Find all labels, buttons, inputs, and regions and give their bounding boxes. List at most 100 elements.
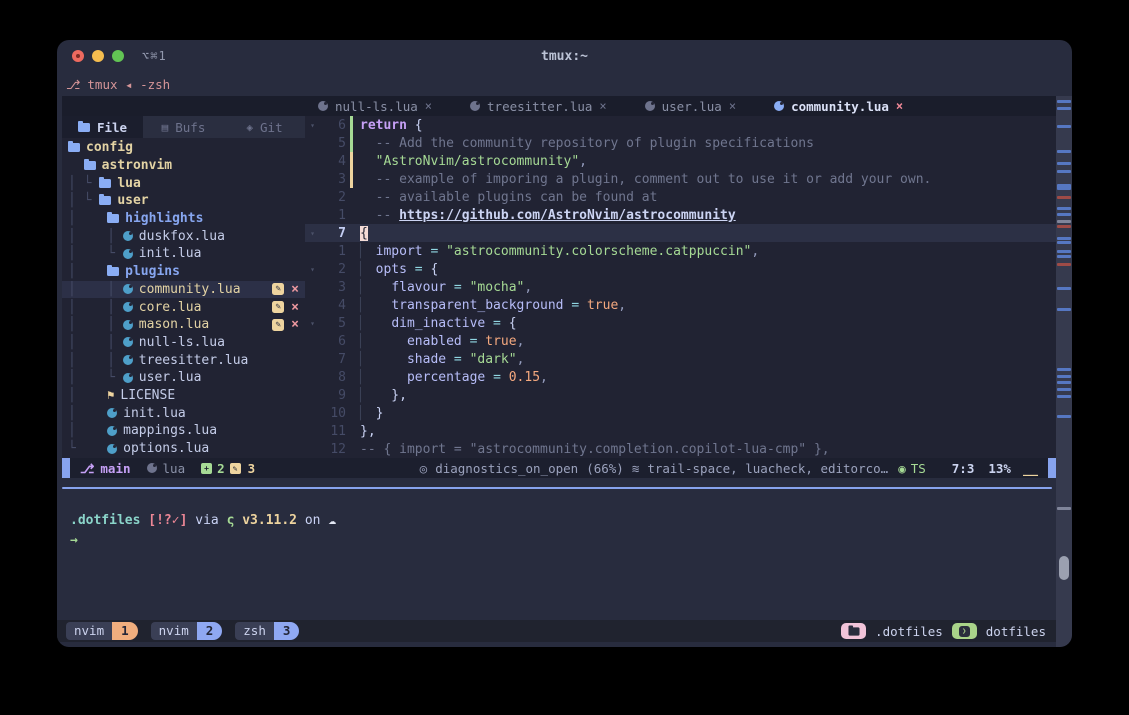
close-icon[interactable]: × <box>599 99 606 113</box>
code-line[interactable]: 2 -- available plugins can be found at <box>305 188 1056 206</box>
code-line[interactable]: 6▏ enabled = true, <box>305 332 1056 350</box>
tree-item[interactable]: │ └ init.lua <box>62 245 305 263</box>
code-line[interactable]: 10▏ } <box>305 404 1056 422</box>
code-line[interactable]: 4▏ transparent_background = true, <box>305 296 1056 314</box>
tmux-window-index: 2 <box>197 622 223 640</box>
line-number: 11 <box>320 424 346 439</box>
git-sign-column <box>346 206 360 224</box>
close-icon[interactable]: × <box>729 99 736 113</box>
line-number: 2 <box>320 262 346 277</box>
scrollbar-column[interactable] <box>1056 96 1072 647</box>
buffer-tab[interactable]: null-ls.lua× <box>318 99 432 114</box>
line-number: 5 <box>320 136 346 151</box>
tree-item[interactable]: │ │ core.lua✎× <box>62 298 305 316</box>
code-line[interactable]: 4 "AstroNvim/astrocommunity", <box>305 152 1056 170</box>
tree-item-label: init.lua <box>139 246 202 261</box>
tree-item[interactable]: │ mappings.lua <box>62 422 305 440</box>
editor[interactable]: ▾6return {5 -- Add the community reposit… <box>305 116 1056 458</box>
code-line[interactable]: 1▏ import = "astrocommunity.colorscheme.… <box>305 242 1056 260</box>
fold-icon[interactable]: ▾ <box>305 229 320 238</box>
scrollbar-mark <box>1057 255 1071 258</box>
code-line[interactable]: 8▏ percentage = 0.15, <box>305 368 1056 386</box>
tmux-session-line: ⎇ tmux ◂ -zsh <box>57 72 1072 96</box>
close-icon[interactable]: × <box>291 300 299 315</box>
tree-item[interactable]: │ │ treesitter.lua <box>62 351 305 369</box>
tree-item[interactable]: │ │ duskfox.lua <box>62 227 305 245</box>
prompt-cwd: .dotfiles <box>70 513 140 528</box>
code-text: ▏ }, <box>360 388 407 403</box>
tree-item[interactable]: │ │ community.lua✎× <box>62 281 305 299</box>
fold-icon[interactable]: ▾ <box>305 121 320 130</box>
tree-source-tab-git[interactable]: ◈Git <box>224 116 305 138</box>
git-sign-column <box>346 296 360 314</box>
code-text: -- { import = "astrocommunity.completion… <box>360 442 830 457</box>
tmux-window-3[interactable]: zsh3 <box>235 622 299 640</box>
tree-guides: │ │ <box>68 317 123 332</box>
tree-item[interactable]: │ │ null-ls.lua <box>62 334 305 352</box>
git-sign-column <box>346 116 360 134</box>
tree-item[interactable]: config <box>62 139 305 157</box>
tmux-window-1[interactable]: nvim1 <box>66 622 138 640</box>
tree-item-label: highlights <box>125 211 203 226</box>
line-number: 5 <box>320 316 346 331</box>
tree-guides: │ <box>68 211 107 226</box>
tmux-window-name: nvim <box>151 622 197 640</box>
scrollbar-mark <box>1057 184 1071 190</box>
tree-item[interactable]: │ │ mason.lua✎× <box>62 316 305 334</box>
code-line[interactable]: ▾2 ▏ opts = { <box>305 260 1056 278</box>
tree-item[interactable]: │ └ user.lua <box>62 369 305 387</box>
license-icon: ⚑ <box>107 388 114 402</box>
line-number: 10 <box>320 406 346 421</box>
git-sign-column <box>346 188 360 206</box>
tree-item[interactable]: │ └ lua <box>62 174 305 192</box>
close-icon[interactable]: × <box>291 282 299 297</box>
code-text: -- Add the community repository of plugi… <box>360 136 814 151</box>
fold-icon[interactable]: ▾ <box>305 265 320 274</box>
lua-file-icon <box>774 101 784 111</box>
scrollbar-mark <box>1057 507 1071 510</box>
tmux-window-2[interactable]: nvim2 <box>151 622 223 640</box>
tree-source-tab-file[interactable]: File <box>62 116 143 138</box>
tree-item[interactable]: │ plugins <box>62 263 305 281</box>
treesitter-indicator: ◉ TS <box>898 461 926 476</box>
shell-pane[interactable]: .dotfiles [!?✓] via ς v3.11.2 on ☁ → <box>70 511 336 550</box>
code-line[interactable]: 3▏ flavour = "mocha", <box>305 278 1056 296</box>
scrollbar-mark <box>1057 395 1071 398</box>
buffer-tab[interactable]: user.lua× <box>645 99 736 114</box>
tree-source-tab-bufs[interactable]: ▤Bufs <box>143 116 224 138</box>
tree-item-label: community.lua <box>139 282 241 297</box>
close-icon[interactable]: × <box>425 99 432 113</box>
code-line[interactable]: ▾5▏ dim_inactive = { <box>305 314 1056 332</box>
code-line[interactable]: 7▏ shade = "dark", <box>305 350 1056 368</box>
code-line[interactable]: ▾6return { <box>305 116 1056 134</box>
tree-item[interactable]: │ init.lua <box>62 404 305 422</box>
code-line[interactable]: 5 -- Add the community repository of plu… <box>305 134 1056 152</box>
scrollbar-mark <box>1057 220 1071 223</box>
tree-item[interactable]: └ options.lua <box>62 440 305 458</box>
code-line[interactable]: 3 -- example of imporing a plugin, comme… <box>305 170 1056 188</box>
git-sign-column <box>346 260 360 278</box>
git-sign-column <box>346 386 360 404</box>
code-line[interactable]: 9▏ }, <box>305 386 1056 404</box>
tmux-pane-divider[interactable] <box>62 487 1052 489</box>
code-line[interactable]: 1 -- https://github.com/AstroNvim/astroc… <box>305 206 1056 224</box>
code-line[interactable]: 11}, <box>305 422 1056 440</box>
tree-item[interactable]: │ highlights <box>62 210 305 228</box>
modified-icon: ✎ <box>272 283 284 295</box>
fold-icon[interactable]: ▾ <box>305 319 320 328</box>
tree-item-label: config <box>86 140 133 155</box>
code-line[interactable]: 12-- { import = "astrocommunity.completi… <box>305 440 1056 458</box>
scrollbar-thumb[interactable] <box>1059 556 1069 580</box>
buffer-tab[interactable]: treesitter.lua× <box>470 99 607 114</box>
tree-item[interactable]: │ └ user <box>62 192 305 210</box>
close-icon[interactable]: × <box>896 99 903 113</box>
tree-item-label: mason.lua <box>139 317 209 332</box>
code-text: ▏ opts = { <box>360 262 438 277</box>
python-version: v3.11.2 <box>242 513 297 528</box>
tree-item[interactable]: astronvim <box>62 157 305 175</box>
tree-item[interactable]: │ ⚑LICENSE <box>62 387 305 405</box>
close-icon[interactable]: × <box>291 317 299 332</box>
code-line[interactable]: ▾7{ <box>305 224 1056 242</box>
buffer-tab[interactable]: community.lua× <box>774 99 903 114</box>
git-sign <box>350 116 353 134</box>
